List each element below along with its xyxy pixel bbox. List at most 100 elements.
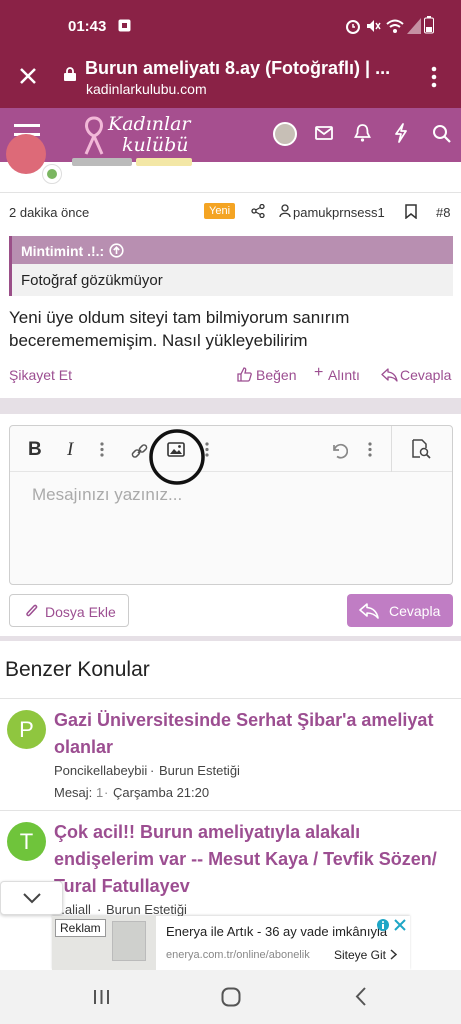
back-icon[interactable] — [355, 987, 366, 1006]
signal-icon — [407, 18, 421, 34]
bookmark-icon[interactable] — [405, 204, 417, 219]
ad-banner[interactable]: Reklam Enerya ile Artık - 36 ay vade imk… — [52, 916, 410, 970]
recent-apps-icon[interactable] — [93, 989, 110, 1005]
like-thumb-icon[interactable] — [237, 367, 252, 382]
attach-file-button[interactable]: Dosya Ekle — [9, 594, 129, 627]
italic-icon[interactable]: I — [67, 439, 73, 461]
quote-text: Fotoğraf gözükmüyor — [21, 272, 163, 289]
site-header: Kadınlar kulübü — [0, 108, 461, 162]
cropped-author-title — [72, 158, 132, 166]
wifi-icon — [386, 18, 404, 34]
system-nav-bar — [0, 970, 461, 1024]
home-icon[interactable] — [221, 987, 241, 1007]
online-status-badge — [42, 164, 62, 184]
collapse-button[interactable] — [0, 881, 63, 915]
hand-drawn-circle-annotation — [147, 427, 209, 487]
inbox-icon[interactable] — [315, 126, 333, 140]
thread-title-line-2[interactable]: endişelerim var -- Mesut Kaya / Tevfik S… — [54, 849, 437, 870]
undo-icon[interactable] — [330, 441, 348, 459]
submit-reply-button[interactable]: Cevapla — [347, 594, 453, 627]
more-options-icon-3[interactable] — [368, 442, 372, 457]
battery-icon — [424, 16, 434, 34]
link-icon[interactable] — [131, 443, 148, 460]
reply-button[interactable]: Cevapla — [400, 367, 451, 383]
cropped-author-banner — [136, 158, 192, 166]
divider — [0, 192, 461, 193]
logo-line-1: Kadınlar — [108, 113, 191, 135]
user-icon — [279, 204, 291, 218]
thread-title-line-3[interactable]: Tural Fatullayev — [54, 876, 190, 897]
thread-sep: · — [150, 763, 155, 778]
whats-new-lightning-icon[interactable] — [394, 123, 408, 143]
go-to-quote-icon[interactable] — [109, 243, 124, 258]
list-item-thread-1: P Gazi Üniversitesinde Serhat Şibar'a am… — [0, 700, 461, 810]
thread-forum[interactable]: Burun Estetiği — [106, 902, 187, 917]
editor-toolbar: B I — [10, 426, 452, 485]
chevron-right-icon[interactable] — [390, 949, 397, 960]
post-author-name[interactable]: pamukprnsess1 — [293, 205, 385, 220]
notification-icon — [118, 19, 131, 32]
thread-msg-count: 1 — [96, 785, 104, 800]
page-title[interactable]: Burun ameliyatı 8.ay (Fotoğraflı) | ... — [85, 58, 390, 79]
reply-arrow-icon-white — [359, 603, 379, 619]
ad-info-icon[interactable] — [376, 918, 390, 932]
ad-url[interactable]: enerya.com.tr/online/abonelik — [166, 949, 310, 961]
thread-msg-label: Mesaj: — [54, 785, 93, 800]
submit-reply-label: Cevapla — [389, 603, 441, 619]
ad-headline[interactable]: Enerya ile Artık - 36 ay vade imkânıyla — [166, 924, 387, 939]
more-options-icon[interactable] — [100, 442, 104, 457]
post-number[interactable]: #8 — [436, 205, 450, 220]
quote-author[interactable]: Mintimint .!.: — [21, 243, 104, 259]
bold-icon[interactable]: B — [28, 439, 42, 461]
paperclip-icon — [24, 603, 38, 620]
ad-label: Reklam — [55, 919, 106, 937]
quote-block: Mintimint .!.: Fotoğraf gözükmüyor — [9, 236, 453, 296]
quote-header: Mintimint .!.: — [12, 236, 453, 264]
avatar-letter: P — [19, 717, 34, 742]
quote-button[interactable]: Alıntı — [328, 367, 360, 383]
report-link[interactable]: Şikayet Et — [9, 367, 72, 383]
attach-file-label: Dosya Ekle — [45, 604, 116, 620]
post-author-avatar[interactable] — [6, 134, 46, 174]
site-logo[interactable]: Kadınlar kulübü — [80, 112, 192, 158]
thread-avatar[interactable]: P — [7, 710, 46, 749]
thread-avatar[interactable]: T — [7, 822, 46, 861]
thread-sep: · — [97, 902, 102, 917]
ad-cta[interactable]: Siteye Git — [334, 948, 386, 962]
user-avatar[interactable] — [273, 122, 297, 146]
list-item-thread-2: T Çok acil!! Burun ameliyatıyla alakalı … — [0, 812, 461, 917]
logo-line-2: kulübü — [122, 134, 189, 156]
thread-title-line-1[interactable]: Gazi Üniversitesinde Serhat Şibar'a amel… — [54, 710, 433, 731]
bell-icon[interactable] — [354, 124, 371, 142]
post-time[interactable]: 2 dakika önce — [9, 205, 89, 220]
thread-title-line-1[interactable]: Çok acil!! Burun ameliyatıyla alakalı — [54, 822, 360, 843]
divider — [0, 810, 461, 811]
preview-icon[interactable] — [411, 439, 431, 459]
section-separator — [0, 398, 461, 414]
close-tab-icon[interactable] — [18, 66, 38, 86]
browser-url-bar: Burun ameliyatı 8.ay (Fotoğraflı) | ... … — [0, 50, 461, 108]
like-button[interactable]: Beğen — [256, 367, 296, 383]
more-options-icon-2[interactable] — [205, 442, 209, 457]
thread-sep-2: · — [104, 785, 109, 800]
page-domain[interactable]: kadinlarkulubu.com — [86, 81, 207, 97]
quote-plus-icon[interactable]: + — [314, 364, 323, 382]
post-author-strip — [0, 134, 461, 202]
thread-author[interactable]: Poncikellabeybii — [54, 763, 147, 778]
new-badge: Yeni — [204, 203, 236, 219]
ad-close-icon[interactable] — [394, 919, 406, 931]
chevron-down-icon — [23, 893, 41, 904]
lock-icon — [64, 67, 76, 81]
browser-menu-icon[interactable] — [430, 66, 438, 88]
share-icon[interactable] — [251, 204, 265, 218]
status-time: 01:43 — [68, 18, 107, 35]
thread-title-line-2[interactable]: olanlar — [54, 737, 113, 758]
reply-arrow-icon[interactable] — [381, 368, 398, 382]
search-icon[interactable] — [432, 124, 451, 143]
toolbar-divider — [391, 426, 392, 472]
message-input[interactable]: Mesajınızı yazınız... — [32, 485, 182, 505]
thread-forum[interactable]: Burun Estetiği — [159, 763, 240, 778]
post-body: Yeni üye oldum siteyi tam bilmiyorum san… — [9, 308, 350, 350]
similar-threads-title: Benzer Konular — [5, 658, 150, 681]
mute-icon — [365, 18, 381, 34]
